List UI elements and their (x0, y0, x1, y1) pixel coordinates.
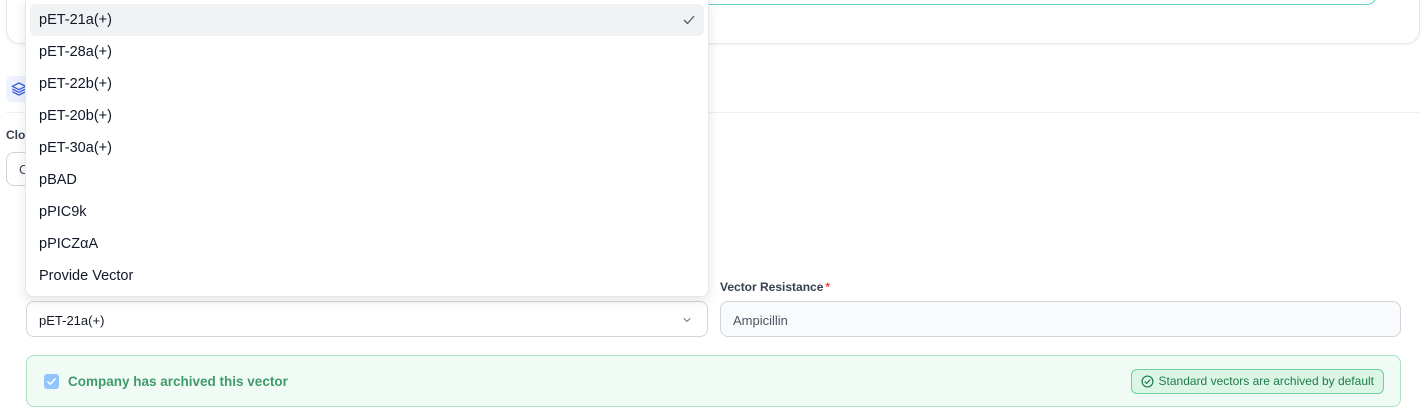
check-icon (47, 378, 56, 385)
option-label: pET-28a(+) (39, 44, 112, 60)
option-label: pET-21a(+) (39, 12, 112, 28)
dropdown-option[interactable]: Provide Vector (30, 260, 704, 292)
chevron-down-icon (683, 318, 691, 322)
required-mark: * (825, 280, 831, 294)
option-label: pBAD (39, 172, 77, 188)
clone-label: Clo (6, 128, 26, 142)
check-circle-icon (1141, 375, 1154, 388)
vector-resistance-label: Vector Resistance * (720, 280, 830, 294)
vector-select[interactable]: pET-21a(+) (26, 301, 708, 337)
option-label: pET-30a(+) (39, 140, 112, 156)
vector-resistance-input[interactable]: Ampicillin (720, 301, 1401, 337)
archive-badge-text: Standard vectors are archived by default (1158, 374, 1374, 388)
dropdown-option[interactable]: pET-28a(+) (30, 36, 704, 68)
dropdown-option[interactable]: pPICZαA (30, 228, 704, 260)
dropdown-option[interactable]: pPIC9k (30, 196, 704, 228)
page: Clo C pET-21a(+) pET-28a(+) pET-22b(+) p… (0, 0, 1426, 417)
dropdown-option[interactable]: pET-20b(+) (30, 100, 704, 132)
check-icon (683, 15, 695, 25)
option-label: pET-20b(+) (39, 108, 112, 124)
archive-checkbox[interactable] (44, 374, 59, 389)
vector-resistance-label-text: Vector Resistance (720, 280, 824, 294)
option-label: Provide Vector (39, 268, 134, 284)
vector-select-value: pET-21a(+) (39, 313, 105, 328)
dropdown-option[interactable]: pET-21a(+) (30, 4, 704, 36)
option-label: pET-22b(+) (39, 76, 112, 92)
archive-checkbox-label: Company has archived this vector (68, 374, 288, 389)
archive-notice: Company has archived this vector Standar… (26, 355, 1401, 407)
vector-dropdown-list: pET-21a(+) pET-28a(+) pET-22b(+) pET-20b… (25, 0, 709, 297)
archive-info-badge: Standard vectors are archived by default (1130, 369, 1384, 394)
dropdown-option[interactable]: pBAD (30, 164, 704, 196)
dropdown-option[interactable]: pET-22b(+) (30, 68, 704, 100)
dropdown-option[interactable]: pET-30a(+) (30, 132, 704, 164)
option-label: pPIC9k (39, 204, 87, 220)
option-label: pPICZαA (39, 236, 99, 252)
